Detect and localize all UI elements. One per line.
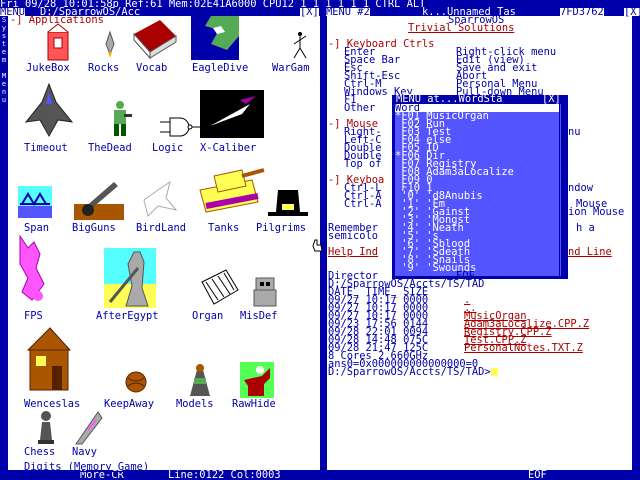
right-window-left-border (324, 16, 327, 472)
x-caliber-icon[interactable] (200, 90, 264, 138)
rocket-icon[interactable] (100, 30, 120, 60)
pilgrim-hat-icon[interactable] (268, 186, 308, 220)
app-label-misdef[interactable]: MisDef (240, 311, 278, 321)
book-icon[interactable] (130, 16, 180, 62)
app-label-rocks[interactable]: Rocks (88, 63, 119, 73)
app-label-x-caliber[interactable]: X-Caliber (200, 143, 256, 153)
cabin-icon[interactable] (26, 326, 72, 396)
app-label-timeout[interactable]: Timeout (24, 143, 68, 153)
app-label-bigguns[interactable]: BigGuns (72, 223, 116, 233)
app-label-navy[interactable]: Navy (72, 447, 97, 457)
right-window-scrollbar[interactable] (632, 16, 640, 472)
hand-cursor-icon (312, 239, 323, 252)
horse-icon[interactable] (240, 362, 274, 398)
popup-close-button[interactable]: [X] (542, 94, 561, 104)
left-side-menu-label[interactable]: System Menu (0, 16, 8, 104)
app-label-models[interactable]: Models (176, 399, 214, 409)
right-eof-indicator: EOF (528, 469, 547, 480)
help-index-link[interactable]: Help Ind (328, 247, 378, 257)
remember-right: h a (576, 222, 595, 234)
line-col-indicator: Line:0122 Col:0003 (168, 469, 281, 480)
app-label-span[interactable]: Span (24, 223, 49, 233)
app-label-logic[interactable]: Logic (152, 143, 183, 153)
text-cursor (490, 368, 498, 376)
chess-pawn-icon[interactable] (36, 410, 56, 446)
app-label-wenceslas[interactable]: Wenceslas (24, 399, 80, 409)
app-label-fps[interactable]: FPS (24, 311, 43, 321)
app-label-tanks[interactable]: Tanks (208, 223, 239, 233)
app-label-vocab[interactable]: Vocab (136, 63, 167, 73)
app-label-eagledive[interactable]: EagleDive (192, 63, 248, 73)
right-close-button[interactable]: [X] (624, 7, 640, 17)
dir-file-link[interactable]: PersonalNotes.TXT.Z (464, 343, 583, 353)
mouse-right-fragment: nu (568, 126, 581, 138)
app-label-birdland[interactable]: BirdLand (136, 223, 186, 233)
command-prompt[interactable]: D:/SparrowOS/Accts/TS/TAD> (328, 367, 498, 377)
word-popup-menu[interactable]: MENU at...WordSta [X] Word *F01 MusicOrga… (392, 94, 568, 279)
app-label-keepaway[interactable]: KeepAway (104, 399, 154, 409)
left-close-button[interactable]: [X] (300, 7, 319, 17)
right-window-footer: EOF (324, 470, 640, 480)
eagle-icon[interactable] (191, 16, 239, 60)
piano-icon[interactable] (200, 268, 240, 308)
jukebox-icon[interactable] (42, 22, 74, 62)
ship-icon[interactable] (74, 410, 104, 446)
app-label-thedead[interactable]: TheDead (88, 143, 132, 153)
app-label-wargam[interactable]: WarGam (272, 63, 310, 73)
ball-icon[interactable] (124, 370, 148, 394)
popup-scrollbar[interactable] (560, 104, 566, 276)
soldier-icon[interactable] (108, 100, 132, 138)
keyboard2-right-0: ndow (568, 182, 594, 194)
right-menu-button[interactable]: MENU #2 (326, 7, 370, 17)
app-label-organ[interactable]: Organ (192, 311, 223, 321)
right-window-address: 7FD3762 (560, 6, 604, 18)
bird-icon[interactable] (140, 180, 180, 218)
tank-icon[interactable] (192, 162, 266, 220)
bridge-icon[interactable] (18, 186, 52, 218)
help-right-link[interactable]: nd Line (568, 247, 612, 257)
digits-memory-game-link[interactable]: Digits (Memory Game) (24, 462, 149, 472)
robot-icon[interactable] (250, 276, 280, 308)
app-label-pilgrims[interactable]: Pilgrims (256, 223, 306, 233)
logic-gate-icon[interactable] (160, 116, 200, 138)
keyboard2-right-2: ion Mouse (568, 206, 625, 218)
semicolon-line: semicolo (328, 230, 379, 242)
app-label-rawhide[interactable]: RawHide (232, 399, 276, 409)
cannon-icon[interactable] (74, 178, 124, 220)
popup-list: Word *F01 MusicOrgan F02 Run F03 Test F04… (395, 103, 559, 276)
moses-icon[interactable] (104, 248, 156, 308)
app-label-chess[interactable]: Chess (24, 447, 55, 457)
models-icon[interactable] (186, 362, 216, 398)
doc-subtitle[interactable]: Trivial Solutions (408, 23, 514, 33)
app-label-jukebox[interactable]: JukeBox (26, 63, 70, 73)
app-label-afteregypt[interactable]: AfterEgypt (96, 311, 159, 321)
popup-eof: EOF (456, 270, 475, 282)
stick-figure-icon[interactable] (290, 30, 310, 60)
popup-menu-item[interactable]: '9' 'Swounds (395, 263, 559, 273)
fps-figure-icon[interactable] (14, 234, 58, 306)
spaceship-icon[interactable] (24, 82, 74, 138)
